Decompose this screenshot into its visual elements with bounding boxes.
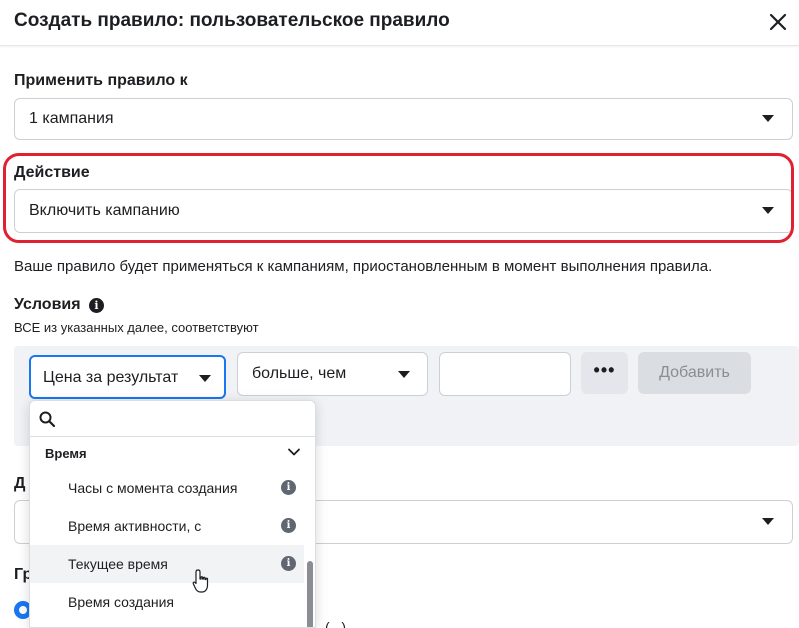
search-icon bbox=[39, 411, 56, 428]
dropdown-item[interactable]: Текущее время i bbox=[30, 545, 304, 583]
close-icon[interactable] bbox=[765, 9, 791, 35]
operator-select[interactable]: больше, чем bbox=[237, 352, 428, 396]
dropdown-group-label: Время bbox=[45, 446, 87, 461]
caret-down-icon bbox=[199, 375, 211, 382]
dropdown-item[interactable]: Время создания bbox=[30, 583, 304, 621]
dropdown-item-label: Время создания bbox=[68, 594, 174, 610]
metric-value: Цена за результат bbox=[43, 369, 179, 386]
metric-dropdown: Время Часы с момента создания i Время ак… bbox=[29, 400, 316, 628]
dropdown-search[interactable] bbox=[30, 401, 315, 437]
caret-down-icon bbox=[762, 518, 774, 525]
info-icon[interactable]: i bbox=[281, 480, 296, 495]
conditions-sublabel: ВСЕ из указанных далее, соответствуют bbox=[14, 320, 259, 335]
dropdown-item-label: Текущее время bbox=[68, 556, 168, 572]
dropdown-item[interactable]: Часы с момента создания i bbox=[30, 469, 304, 507]
dropdown-group-header[interactable]: Время bbox=[30, 437, 315, 469]
dropdown-item[interactable]: Время активности, с i bbox=[30, 507, 304, 545]
info-icon[interactable]: i bbox=[281, 518, 296, 533]
operator-value: больше, чем bbox=[252, 365, 347, 382]
info-icon[interactable]: i bbox=[281, 556, 296, 571]
dropdown-item-label: Часы с момента создания bbox=[68, 480, 238, 496]
dialog-title: Создать правило: пользовательское правил… bbox=[14, 10, 450, 31]
apply-rule-select[interactable]: 1 кампания bbox=[14, 98, 793, 140]
action-highlight-box bbox=[3, 153, 794, 243]
condition-value-input[interactable] bbox=[439, 352, 571, 396]
more-options-button[interactable]: ••• bbox=[581, 352, 628, 394]
metric-select[interactable]: Цена за результат bbox=[29, 355, 226, 399]
partial-text: (...) bbox=[325, 619, 346, 628]
hand-cursor-icon bbox=[192, 569, 209, 593]
info-icon[interactable]: i bbox=[89, 298, 104, 313]
caret-down-icon bbox=[398, 371, 410, 378]
partial-label: Д bbox=[14, 475, 26, 492]
apply-rule-value: 1 кампания bbox=[29, 110, 114, 127]
action-note: Ваше правило будет применяться к кампани… bbox=[14, 258, 713, 275]
dropdown-item-label: Время активности, с bbox=[68, 518, 202, 534]
conditions-label: Условия bbox=[14, 296, 81, 313]
add-condition-button[interactable]: Добавить bbox=[638, 352, 751, 394]
dropdown-scrollbar[interactable] bbox=[307, 561, 313, 627]
dialog-header: Создать правило: пользовательское правил… bbox=[0, 0, 799, 46]
apply-rule-label: Применить правило к bbox=[14, 72, 188, 89]
caret-down-icon bbox=[762, 115, 774, 122]
chevron-down-icon bbox=[288, 448, 300, 456]
